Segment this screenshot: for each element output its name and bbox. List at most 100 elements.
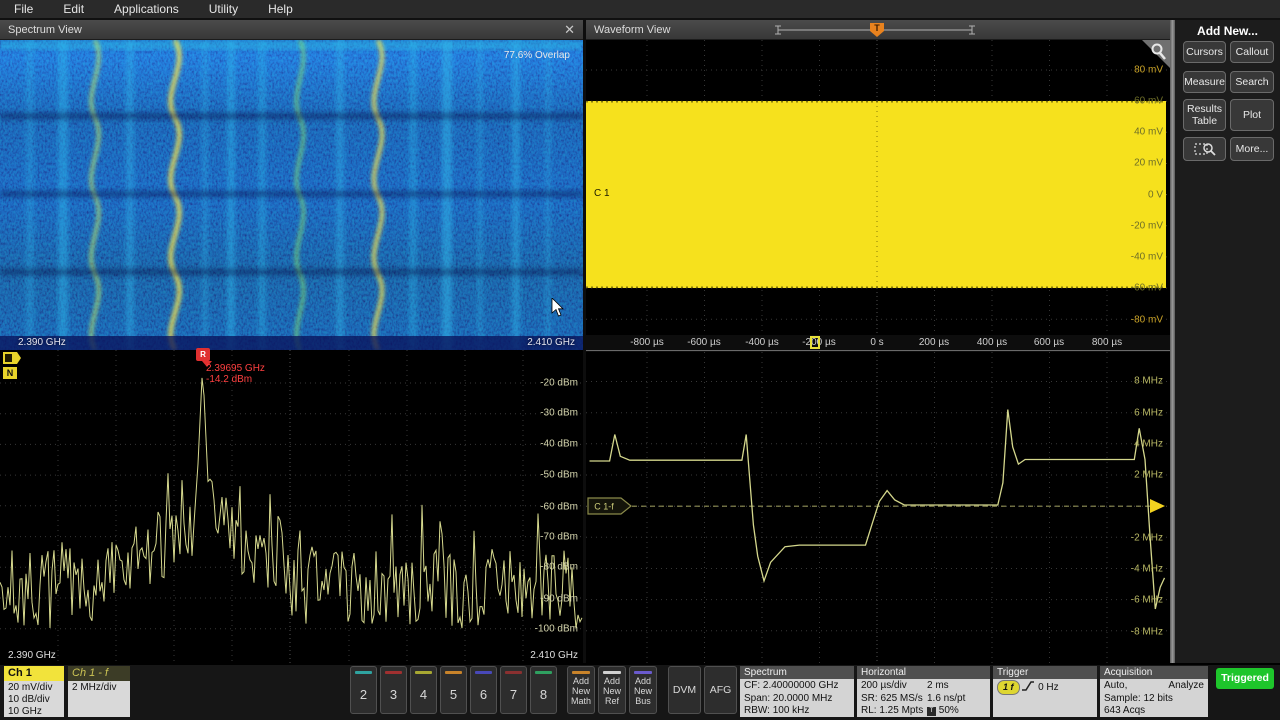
mhz-tick: 8 MHz: [1078, 376, 1163, 387]
mv-tick: 40 mV: [1078, 127, 1163, 138]
add-search-button[interactable]: Search: [1230, 71, 1274, 93]
channel-3-button[interactable]: 3: [380, 666, 407, 714]
mv-tick: -60 mV: [1078, 283, 1163, 294]
add-plot-button[interactable]: Plot: [1230, 99, 1274, 131]
dbm-tick: -40 dBm: [460, 439, 578, 450]
ch1f-badge[interactable]: Ch 1 - f 2 MHz/div: [68, 666, 130, 717]
afg-button[interactable]: AFG: [704, 666, 737, 714]
acquisition-sample: Sample: 12 bits: [1104, 693, 1204, 706]
ch1-db-scale: 10 dB/div: [8, 694, 60, 706]
add-cursors-button[interactable]: Cursors: [1183, 41, 1226, 63]
spectrum-start-freq: 2.390 GHz: [8, 650, 56, 661]
add-callout-button[interactable]: Callout: [1230, 41, 1274, 63]
trigger-source-pill: 1 f: [997, 680, 1020, 695]
trace-tag-icon[interactable]: [3, 352, 21, 365]
menu-edit[interactable]: Edit: [63, 2, 84, 16]
ch1-label[interactable]: C 1: [594, 188, 610, 199]
mhz-tick: -6 MHz: [1078, 595, 1163, 606]
zoom-select-button[interactable]: [1183, 137, 1226, 161]
mhz-tick: -2 MHz: [1078, 532, 1163, 543]
trigger-status-badge: Triggered: [1216, 668, 1274, 689]
acquisition-count: 643 Acqs: [1104, 705, 1204, 718]
svg-text:T: T: [874, 23, 880, 33]
spectrogram-heatmap[interactable]: [0, 40, 583, 350]
trigger-panel-title: Trigger: [993, 666, 1097, 679]
horizontal-sr: SR: 625 MS/s: [861, 693, 927, 706]
ch1-badge[interactable]: Ch 1 20 mV/div 10 dB/div 10 GHz: [4, 666, 64, 717]
add-results-table-button[interactable]: Results Table: [1183, 99, 1226, 131]
axis-divider: [586, 350, 1170, 351]
delay-marker-icon[interactable]: [810, 336, 820, 349]
horizontal-info-panel[interactable]: Horizontal 200 µs/div 2 ms SR: 625 MS/s …: [857, 666, 990, 717]
channel-4-button[interactable]: 4: [410, 666, 437, 714]
freq-trace-tag[interactable]: C 1-f: [587, 497, 633, 515]
marker-level-readout: -14.2 dBm: [206, 374, 252, 385]
dbm-tick: -60 dBm: [460, 502, 578, 513]
menu-help[interactable]: Help: [268, 2, 293, 16]
spectrum-rbw: RBW: 100 kHz: [744, 705, 850, 718]
channel-6-button[interactable]: 6: [470, 666, 497, 714]
overlap-readout: 77.6% Overlap: [450, 50, 570, 61]
spectrum-info-panel[interactable]: Spectrum CF: 2.40000000 GHz Span: 20.000…: [740, 666, 854, 717]
ch1f-scale: 2 MHz/div: [72, 682, 126, 694]
horizontal-position: T 50%: [927, 705, 986, 718]
mhz-tick: -8 MHz: [1078, 626, 1163, 637]
horizontal-resolution: 1.6 ns/pt: [927, 693, 986, 706]
acquisition-info-panel[interactable]: Acquisition Auto, Analyze Sample: 12 bit…: [1100, 666, 1208, 717]
marker-freq-readout: 2.39695 GHz: [206, 363, 265, 374]
spectrum-cf: CF: 2.40000000 GHz: [744, 680, 850, 693]
spectrum-view-titlebar: Spectrum View ✕: [0, 20, 583, 40]
channel-8-button[interactable]: 8: [530, 666, 557, 714]
acquisition-analyze: Analyze: [1168, 680, 1204, 693]
spectrum-stop-freq: 2.410 GHz: [463, 650, 578, 661]
freq-vs-time-plot[interactable]: [586, 352, 1170, 663]
horizontal-window: 2 ms: [927, 680, 986, 693]
mhz-tick: 2 MHz: [1078, 470, 1163, 481]
acquisition-panel-title: Acquisition: [1100, 666, 1208, 679]
add-measure-button[interactable]: Measure: [1183, 71, 1226, 93]
channel-2-button[interactable]: 2: [350, 666, 377, 714]
channel-7-button[interactable]: 7: [500, 666, 527, 714]
dbm-tick: -30 dBm: [460, 408, 578, 419]
close-icon[interactable]: ✕: [564, 23, 575, 37]
spectrogram-stop-freq: 2.410 GHz: [460, 337, 575, 348]
mhz-tick: 4 MHz: [1078, 439, 1163, 450]
add-new-math-button[interactable]: Add New Math: [567, 666, 595, 714]
trigger-info-panel[interactable]: Trigger 1 f 0 Hz: [993, 666, 1097, 717]
time-tick: 800 µs: [1067, 337, 1147, 348]
horizontal-scale: 200 µs/div: [861, 680, 927, 693]
add-new-ref-button[interactable]: Add New Ref: [598, 666, 626, 714]
more-button[interactable]: More...: [1230, 137, 1274, 161]
dvm-button[interactable]: DVM: [668, 666, 701, 714]
zero-level-arrow-icon: [1150, 499, 1165, 513]
mv-tick: 60 mV: [1078, 96, 1163, 107]
add-new-bus-button[interactable]: Add New Bus: [629, 666, 657, 714]
menu-applications[interactable]: Applications: [114, 2, 179, 16]
dbm-tick: -20 dBm: [460, 378, 578, 389]
normal-trace-badge[interactable]: N: [3, 367, 17, 379]
dbm-tick: -50 dBm: [460, 470, 578, 481]
menu-file[interactable]: File: [14, 2, 33, 16]
menu-bar: File Edit Applications Utility Help: [0, 0, 1280, 20]
mv-tick: -80 mV: [1078, 315, 1163, 326]
horizontal-panel-title: Horizontal: [857, 666, 990, 679]
spectrogram-start-freq: 2.390 GHz: [18, 337, 66, 348]
rising-edge-icon: [1022, 681, 1035, 691]
mv-tick: 20 mV: [1078, 158, 1163, 169]
spectrum-panel-title: Spectrum: [740, 666, 854, 679]
menu-utility[interactable]: Utility: [209, 2, 238, 16]
horizontal-rl: RL: 1.25 Mpts: [861, 705, 927, 718]
mhz-tick: 6 MHz: [1078, 407, 1163, 418]
dbm-tick: -100 dBm: [460, 624, 578, 635]
mv-tick: 80 mV: [1078, 65, 1163, 76]
horizontal-position-ruler[interactable]: T: [772, 21, 978, 39]
mv-tick: -40 mV: [1078, 252, 1163, 263]
spectrum-span: Span: 20.0000 MHz: [744, 693, 850, 706]
oscilloscope-screen: File Edit Applications Utility Help Spec…: [0, 0, 1280, 720]
marker-flag-icon[interactable]: R: [196, 348, 210, 361]
ch1f-badge-title: Ch 1 - f: [68, 666, 130, 681]
dbm-tick: -70 dBm: [460, 532, 578, 543]
channel-5-button[interactable]: 5: [440, 666, 467, 714]
sidebar-title: Add New...: [1175, 24, 1280, 38]
trigger-level: 0 Hz: [1038, 682, 1059, 693]
